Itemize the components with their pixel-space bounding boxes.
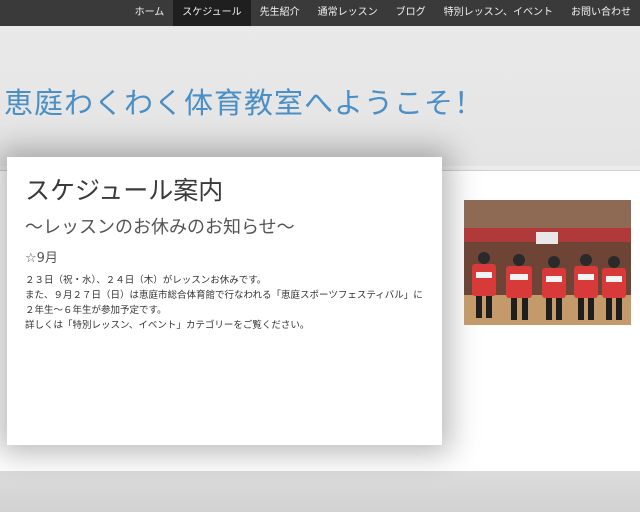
month-heading: ☆9月 xyxy=(25,251,58,266)
nav-item-special-events[interactable]: 特別レッスン、イベント xyxy=(435,0,562,26)
top-navigation: ホーム スケジュール 先生紹介 通常レッスン ブログ 特別レッスン、イベント お… xyxy=(0,0,640,26)
article-line: 詳しくは「特別レッスン、イベント」カテゴリーをご覧ください。 xyxy=(25,320,310,331)
nav-item-blog[interactable]: ブログ xyxy=(387,0,435,26)
nav-item-schedule[interactable]: スケジュール xyxy=(173,0,251,26)
nav-item-regular-lessons[interactable]: 通常レッスン xyxy=(309,0,387,26)
gym-team-photo xyxy=(464,200,631,325)
nav-item-teachers[interactable]: 先生紹介 xyxy=(251,0,309,26)
site-title: 恵庭わくわく体育教室へようこそ！ xyxy=(4,86,485,120)
nav-item-home[interactable]: ホーム xyxy=(126,0,174,26)
article-body: ２３日（祝・水）、２４日（木）がレッスンお休みです。 また、９月２７日（日）は恵… xyxy=(25,273,430,333)
article-title: スケジュール案内 xyxy=(25,176,224,205)
footer-band xyxy=(0,471,640,512)
article-line: また、９月２７日（日）は恵庭市総合体育館で行なわれる「恵庭スポーツフェスティバル… xyxy=(25,290,423,316)
nav-item-contact[interactable]: お問い合わせ xyxy=(562,0,640,26)
schedule-card: スケジュール案内 〜レッスンのお休みのお知らせ〜 ☆9月 ２３日（祝・水）、２４… xyxy=(7,157,442,445)
article-line: ２３日（祝・水）、２４日（木）がレッスンお休みです。 xyxy=(25,275,267,286)
article-subtitle: 〜レッスンのお休みのお知らせ〜 xyxy=(25,217,295,238)
team-photo-image xyxy=(464,200,631,325)
